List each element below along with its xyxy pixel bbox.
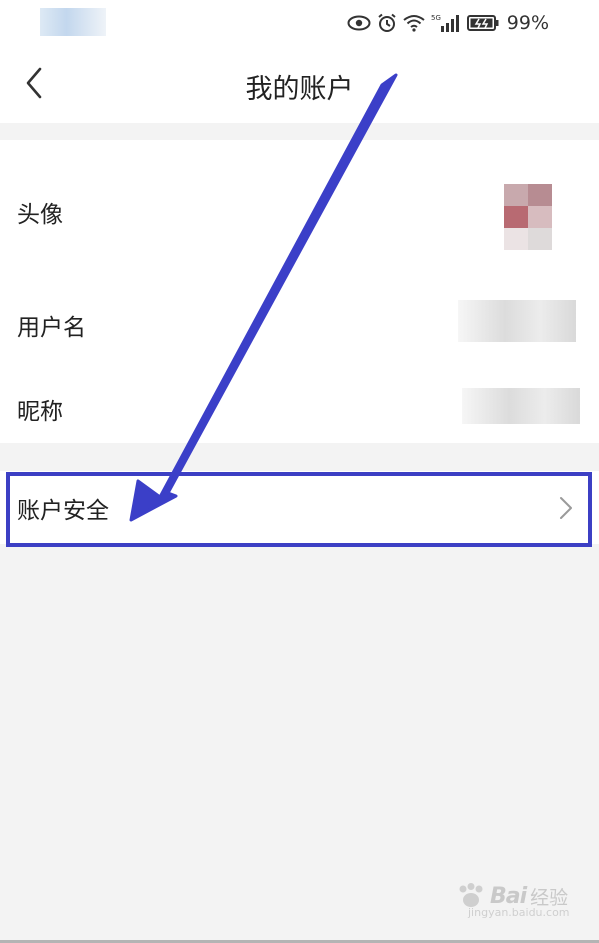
watermark-brand: Bai <box>490 883 527 909</box>
watermark-url: jingyan.baidu.com <box>468 906 570 919</box>
watermark-logo: Bai 经验 jingyan.baidu.com <box>456 876 570 919</box>
annotation-arrow-icon <box>129 73 398 522</box>
